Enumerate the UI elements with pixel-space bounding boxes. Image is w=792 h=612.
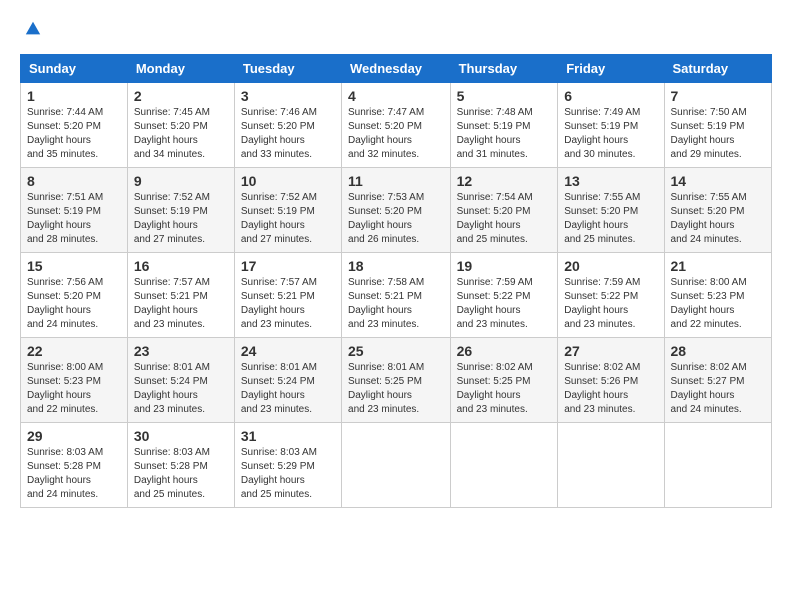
calendar-day-31: 31Sunrise: 8:03 AMSunset: 5:29 PMDayligh…: [234, 423, 341, 508]
empty-cell: [664, 423, 771, 508]
calendar-day-5: 5Sunrise: 7:48 AMSunset: 5:19 PMDaylight…: [450, 83, 558, 168]
calendar-day-15: 15Sunrise: 7:56 AMSunset: 5:20 PMDayligh…: [21, 253, 128, 338]
calendar-day-24: 24Sunrise: 8:01 AMSunset: 5:24 PMDayligh…: [234, 338, 341, 423]
calendar-day-11: 11Sunrise: 7:53 AMSunset: 5:20 PMDayligh…: [342, 168, 451, 253]
calendar-day-16: 16Sunrise: 7:57 AMSunset: 5:21 PMDayligh…: [127, 253, 234, 338]
calendar-day-30: 30Sunrise: 8:03 AMSunset: 5:28 PMDayligh…: [127, 423, 234, 508]
calendar-day-29: 29Sunrise: 8:03 AMSunset: 5:28 PMDayligh…: [21, 423, 128, 508]
calendar-day-25: 25Sunrise: 8:01 AMSunset: 5:25 PMDayligh…: [342, 338, 451, 423]
calendar-day-9: 9Sunrise: 7:52 AMSunset: 5:19 PMDaylight…: [127, 168, 234, 253]
calendar-day-18: 18Sunrise: 7:58 AMSunset: 5:21 PMDayligh…: [342, 253, 451, 338]
calendar-day-17: 17Sunrise: 7:57 AMSunset: 5:21 PMDayligh…: [234, 253, 341, 338]
calendar-header-row: SundayMondayTuesdayWednesdayThursdayFrid…: [21, 55, 772, 83]
calendar-day-28: 28Sunrise: 8:02 AMSunset: 5:27 PMDayligh…: [664, 338, 771, 423]
calendar-table: SundayMondayTuesdayWednesdayThursdayFrid…: [20, 54, 772, 508]
logo-icon: [24, 20, 42, 38]
logo: [20, 20, 42, 38]
calendar-day-10: 10Sunrise: 7:52 AMSunset: 5:19 PMDayligh…: [234, 168, 341, 253]
calendar-day-20: 20Sunrise: 7:59 AMSunset: 5:22 PMDayligh…: [558, 253, 664, 338]
calendar-day-1: 1Sunrise: 7:44 AMSunset: 5:20 PMDaylight…: [21, 83, 128, 168]
weekday-header-saturday: Saturday: [664, 55, 771, 83]
calendar-day-7: 7Sunrise: 7:50 AMSunset: 5:19 PMDaylight…: [664, 83, 771, 168]
weekday-header-friday: Friday: [558, 55, 664, 83]
empty-cell: [342, 423, 451, 508]
calendar-day-26: 26Sunrise: 8:02 AMSunset: 5:25 PMDayligh…: [450, 338, 558, 423]
page-header: [20, 20, 772, 38]
weekday-header-monday: Monday: [127, 55, 234, 83]
calendar-day-8: 8Sunrise: 7:51 AMSunset: 5:19 PMDaylight…: [21, 168, 128, 253]
weekday-header-sunday: Sunday: [21, 55, 128, 83]
calendar-day-3: 3Sunrise: 7:46 AMSunset: 5:20 PMDaylight…: [234, 83, 341, 168]
calendar-day-14: 14Sunrise: 7:55 AMSunset: 5:20 PMDayligh…: [664, 168, 771, 253]
calendar-day-13: 13Sunrise: 7:55 AMSunset: 5:20 PMDayligh…: [558, 168, 664, 253]
calendar-day-6: 6Sunrise: 7:49 AMSunset: 5:19 PMDaylight…: [558, 83, 664, 168]
calendar-day-12: 12Sunrise: 7:54 AMSunset: 5:20 PMDayligh…: [450, 168, 558, 253]
calendar-day-22: 22Sunrise: 8:00 AMSunset: 5:23 PMDayligh…: [21, 338, 128, 423]
weekday-header-thursday: Thursday: [450, 55, 558, 83]
weekday-header-wednesday: Wednesday: [342, 55, 451, 83]
calendar-day-19: 19Sunrise: 7:59 AMSunset: 5:22 PMDayligh…: [450, 253, 558, 338]
empty-cell: [558, 423, 664, 508]
calendar-day-4: 4Sunrise: 7:47 AMSunset: 5:20 PMDaylight…: [342, 83, 451, 168]
weekday-header-tuesday: Tuesday: [234, 55, 341, 83]
calendar-day-21: 21Sunrise: 8:00 AMSunset: 5:23 PMDayligh…: [664, 253, 771, 338]
calendar-day-27: 27Sunrise: 8:02 AMSunset: 5:26 PMDayligh…: [558, 338, 664, 423]
empty-cell: [450, 423, 558, 508]
calendar-day-2: 2Sunrise: 7:45 AMSunset: 5:20 PMDaylight…: [127, 83, 234, 168]
calendar-day-23: 23Sunrise: 8:01 AMSunset: 5:24 PMDayligh…: [127, 338, 234, 423]
